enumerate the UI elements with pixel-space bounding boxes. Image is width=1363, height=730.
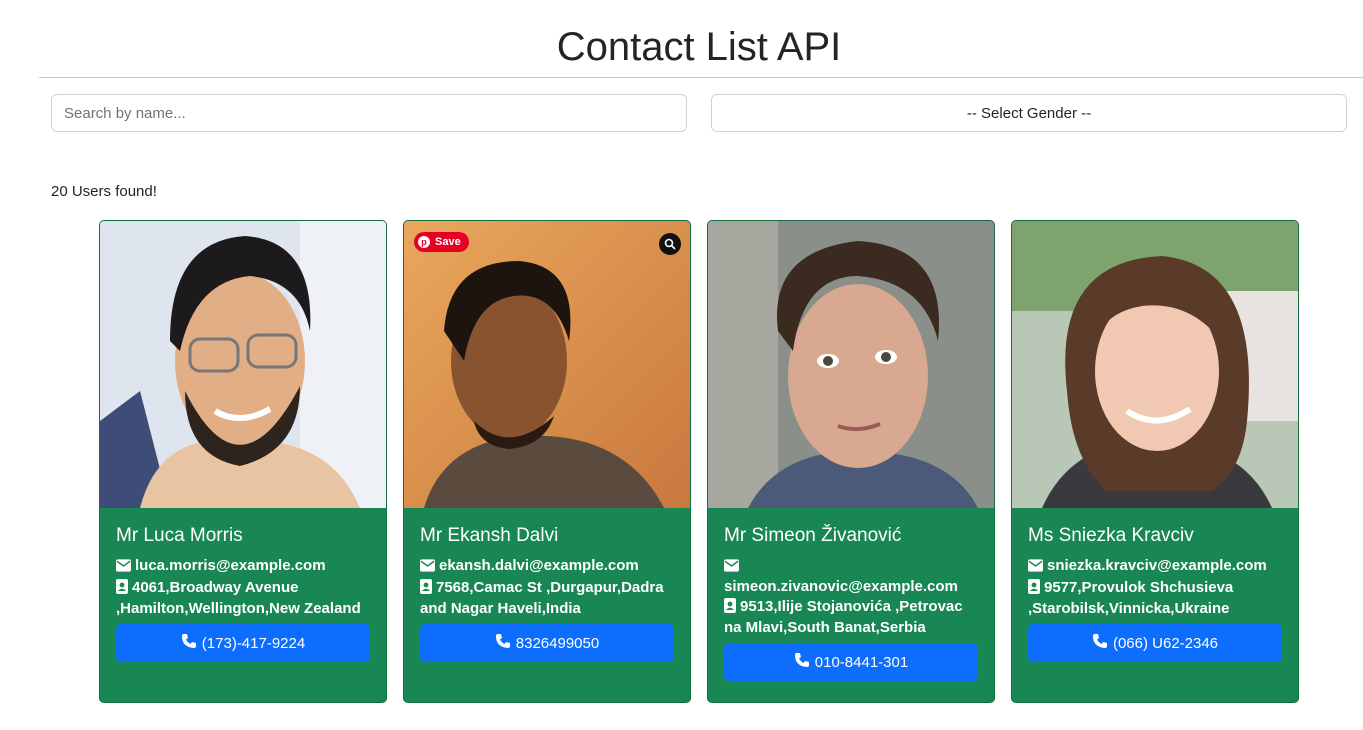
address-card-icon bbox=[116, 579, 128, 599]
envelope-icon bbox=[116, 558, 131, 577]
phone-number: (066) U62-2346 bbox=[1112, 634, 1219, 652]
phone-number: (173)-417-9224 bbox=[201, 634, 306, 652]
phone-number: 010-8441-301 bbox=[814, 653, 909, 671]
search-input[interactable] bbox=[51, 94, 687, 132]
pinterest-save-label: Save bbox=[435, 236, 461, 248]
phone-number: 8326499050 bbox=[515, 634, 600, 652]
gender-select-value: -- Select Gender -- bbox=[966, 104, 1092, 122]
contact-card: Ms Sniezka Kravciv sniezka.kravciv@examp… bbox=[1011, 220, 1299, 703]
contact-name: Mr Simeon Živanović bbox=[724, 525, 902, 546]
gender-select[interactable]: -- Select Gender -- bbox=[711, 94, 1347, 132]
contact-card: p Save Mr Ekansh Dalvi ekansh.dalvi@exam… bbox=[403, 220, 691, 703]
address-card-icon bbox=[724, 598, 736, 618]
phone-icon bbox=[495, 633, 511, 653]
visual-search-icon[interactable] bbox=[659, 233, 681, 255]
contact-photo bbox=[100, 221, 386, 508]
contact-photo bbox=[1012, 221, 1298, 508]
contact-email: luca.morris@example.com bbox=[135, 557, 326, 574]
envelope-icon bbox=[420, 558, 435, 577]
contact-email: ekansh.dalvi@example.com bbox=[439, 557, 639, 574]
envelope-icon bbox=[1028, 558, 1043, 577]
phone-button[interactable]: (173)-417-9224 bbox=[116, 624, 370, 662]
phone-button[interactable]: (066) U62-2346 bbox=[1028, 624, 1282, 662]
envelope-icon bbox=[724, 558, 739, 577]
phone-button[interactable]: 010-8441-301 bbox=[724, 643, 978, 681]
contact-email: simeon.zivanovic@example.com bbox=[724, 578, 958, 595]
contact-email: sniezka.kravciv@example.com bbox=[1047, 557, 1267, 574]
contact-name: Mr Ekansh Dalvi bbox=[420, 525, 559, 546]
title-divider bbox=[39, 77, 1363, 78]
address-card-icon bbox=[1028, 579, 1040, 599]
contact-address: 7568,Camac St ,Durgapur,Dadra and Nagar … bbox=[420, 579, 664, 617]
contact-address: 9513,Ilije Stojanovića ,Petrovac na Mlav… bbox=[724, 598, 963, 636]
contact-photo: p Save bbox=[404, 221, 690, 508]
address-card-icon bbox=[420, 579, 432, 599]
contact-name: Ms Sniezka Kravciv bbox=[1028, 525, 1194, 546]
pinterest-icon: p bbox=[418, 236, 430, 248]
contact-card: Mr Simeon Živanović simeon.zivanovic@exa… bbox=[707, 220, 995, 703]
contact-card: Mr Luca Morris luca.morris@example.com 4… bbox=[99, 220, 387, 703]
contact-photo bbox=[708, 221, 994, 508]
contact-name: Mr Luca Morris bbox=[116, 525, 243, 546]
phone-button[interactable]: 8326499050 bbox=[420, 624, 674, 662]
users-count: 20 Users found! bbox=[51, 183, 157, 200]
pinterest-save-button[interactable]: p Save bbox=[414, 232, 469, 252]
phone-icon bbox=[1092, 633, 1108, 653]
page-title: Contact List API bbox=[556, 25, 842, 69]
phone-icon bbox=[181, 633, 197, 653]
contact-address: 9577,Provulok Shchusieva ,Starobilsk,Vin… bbox=[1028, 579, 1234, 617]
contact-address: 4061,Broadway Avenue ,Hamilton,Wellingto… bbox=[116, 579, 361, 617]
phone-icon bbox=[794, 652, 810, 672]
